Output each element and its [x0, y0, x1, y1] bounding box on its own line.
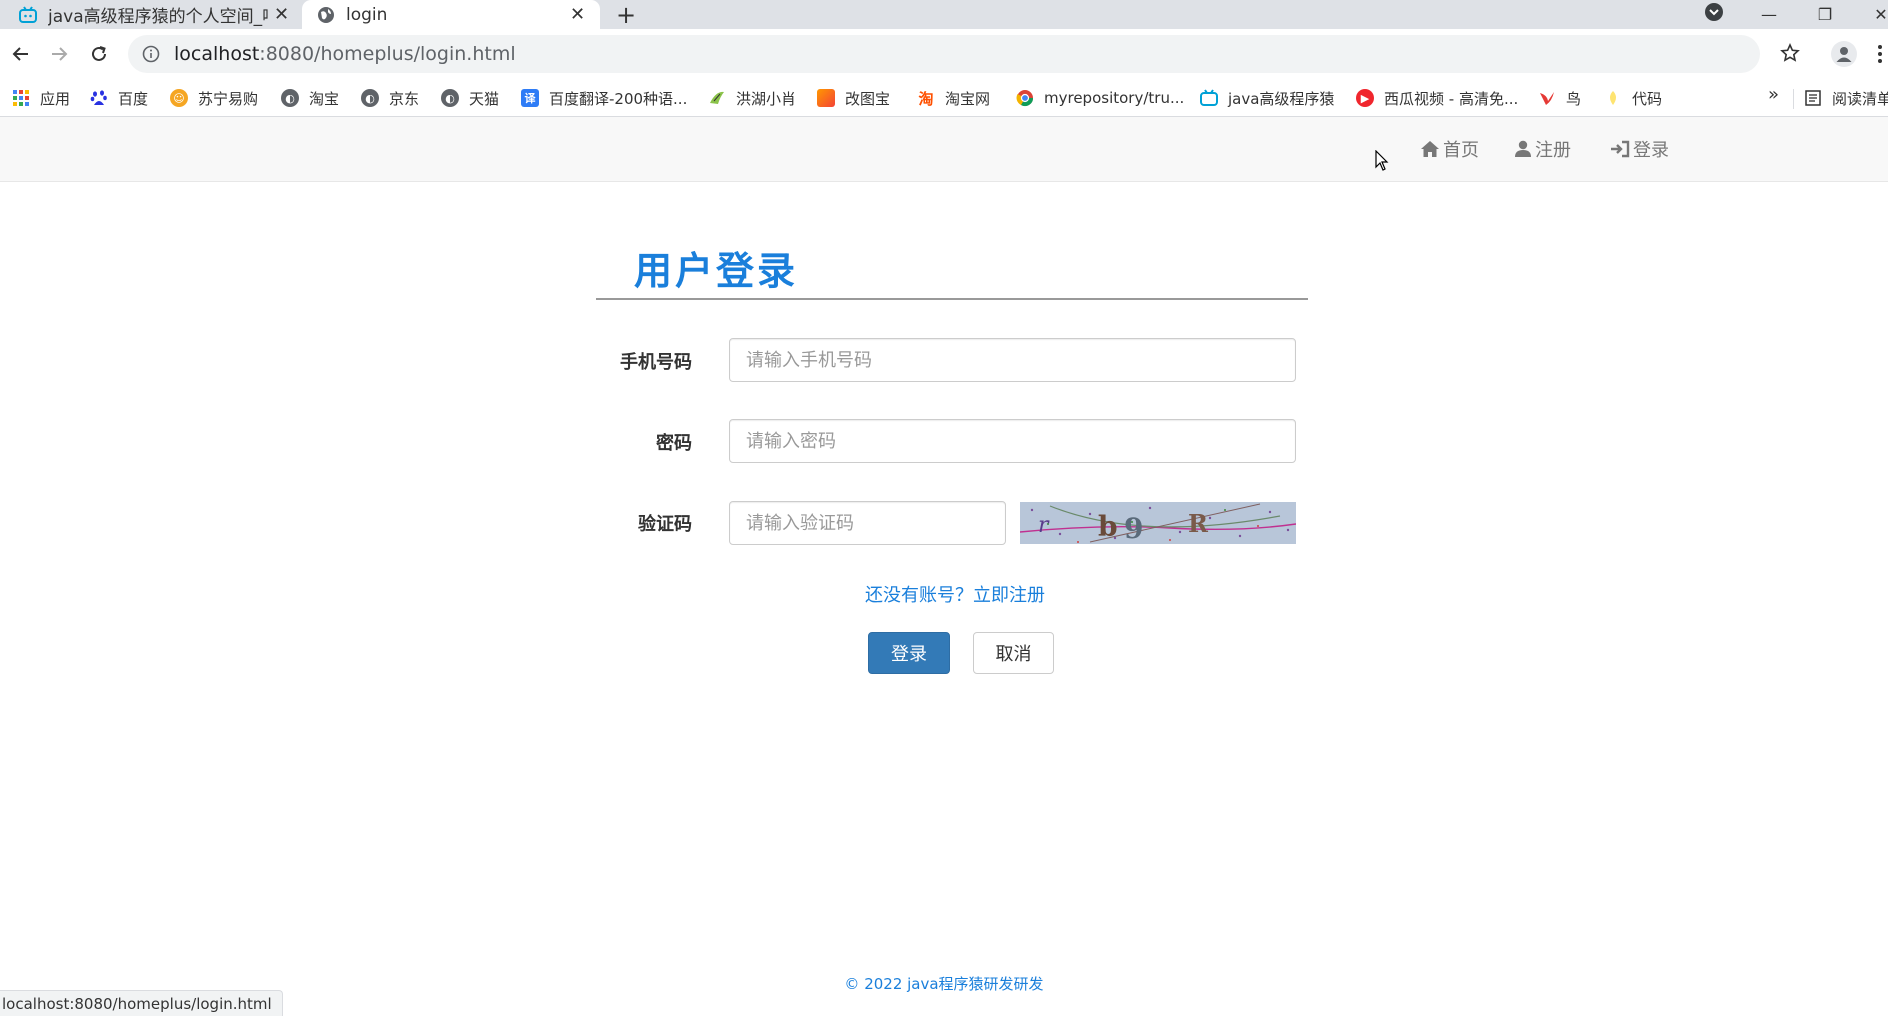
- browser-tab-bilibili[interactable]: java高级程序猿的个人空间_哔哩 ✕: [18, 0, 296, 29]
- window-close-icon[interactable]: ✕: [1856, 0, 1888, 29]
- account-avatar-icon[interactable]: [1831, 41, 1857, 67]
- phone-label: 手机号码: [620, 352, 692, 373]
- bookmark-baidu[interactable]: 百度: [90, 87, 148, 109]
- captcha-input[interactable]: [729, 501, 1006, 545]
- restore-icon[interactable]: ❐: [1800, 0, 1850, 29]
- translate-icon: 译: [521, 89, 539, 107]
- globe-icon: ◐: [361, 89, 379, 107]
- globe-icon: ◐: [441, 89, 459, 107]
- bookmark-baidu-translate[interactable]: 译 百度翻译-200种语...: [521, 87, 687, 109]
- bird-red-icon: [1538, 89, 1556, 107]
- apps-grid-icon: [12, 89, 30, 107]
- bookmark-honghu[interactable]: 洪湖小肖: [708, 87, 796, 109]
- status-bar-url: localhost:8080/homeplus/login.html: [0, 990, 283, 1016]
- browser-tab-strip: java高级程序猿的个人空间_哔哩 ✕ login ✕ + — ❐ ✕: [0, 0, 1888, 29]
- login-icon: [1611, 140, 1630, 158]
- tab-close-icon[interactable]: ✕: [274, 4, 289, 25]
- bookmark-bilibili[interactable]: java高级程序猿: [1200, 87, 1334, 109]
- captcha-char: r: [1038, 513, 1050, 538]
- cancel-button[interactable]: 取消: [973, 632, 1054, 674]
- captcha-char: R: [1188, 509, 1209, 538]
- bookmark-suning[interactable]: ☺ 苏宁易购: [170, 87, 258, 109]
- baidu-paw-icon: [90, 89, 108, 107]
- captcha-char: 9: [1124, 512, 1143, 544]
- mouse-cursor-icon: [1375, 150, 1389, 171]
- minimize-icon[interactable]: —: [1744, 0, 1794, 29]
- reload-icon[interactable]: [84, 39, 114, 69]
- bookmarks-overflow-icon[interactable]: »: [1768, 84, 1779, 105]
- bookmark-xigua[interactable]: ▶ 西瓜视频 - 高清免...: [1356, 87, 1518, 109]
- nav-register-link[interactable]: 注册: [1514, 137, 1571, 161]
- bookmark-myrepository[interactable]: myrepository/tru...: [1016, 87, 1184, 109]
- login-button[interactable]: 登录: [868, 632, 950, 674]
- phone-input[interactable]: [729, 338, 1296, 382]
- bilibili-icon: [18, 5, 38, 25]
- bilibili-icon: [1200, 89, 1218, 107]
- bookmark-niao[interactable]: 鸟: [1538, 87, 1581, 109]
- suning-lion-icon: ☺: [170, 89, 188, 107]
- bookmark-tmall[interactable]: ◐ 天猫: [441, 87, 499, 109]
- bookmark-star-icon[interactable]: [1780, 43, 1800, 67]
- site-navbar: 首页 注册 登录: [0, 117, 1888, 182]
- url-text: localhost:8080/homeplus/login.html: [174, 43, 516, 65]
- tab-title: login: [346, 4, 388, 25]
- bookmarks-bar: 应用 百度 ☺ 苏宁易购 ◐ 淘宝 ◐ 京东 ◐ 天猫 译 百度翻译-200种语…: [0, 79, 1888, 117]
- chrome-icon: [1016, 89, 1034, 107]
- bookmark-gaitubao[interactable]: 改图宝: [817, 87, 890, 109]
- password-label: 密码: [656, 433, 692, 454]
- title-divider: [596, 298, 1308, 300]
- globe-icon: ◐: [281, 89, 299, 107]
- site-info-icon[interactable]: [142, 45, 160, 63]
- captcha-char: b: [1098, 510, 1118, 543]
- taobao-icon: 淘: [918, 89, 934, 108]
- browser-menu-icon[interactable]: [1878, 44, 1882, 68]
- address-bar[interactable]: localhost:8080/homeplus/login.html: [128, 35, 1760, 73]
- tab-search-icon[interactable]: [1705, 3, 1723, 21]
- page-title: 用户登录: [634, 249, 799, 293]
- bookmark-apps[interactable]: 应用: [12, 87, 70, 109]
- home-icon: [1421, 141, 1439, 157]
- browser-tab-login[interactable]: login ✕: [302, 0, 600, 29]
- bookmark-jd[interactable]: ◐ 京东: [361, 87, 419, 109]
- xigua-icon: ▶: [1356, 89, 1374, 107]
- nav-login-link[interactable]: 登录: [1610, 137, 1669, 161]
- register-link[interactable]: 还没有账号？立即注册: [865, 581, 1045, 607]
- tab-title: java高级程序猿的个人空间_哔哩: [48, 7, 268, 27]
- back-arrow-icon[interactable]: [6, 39, 36, 69]
- bookmark-taobao[interactable]: ◐ 淘宝: [281, 87, 339, 109]
- image-tool-icon: [817, 89, 835, 107]
- bird-icon: [708, 89, 726, 107]
- reading-list[interactable]: 阅读清单: [1804, 87, 1888, 109]
- browser-toolbar: localhost:8080/homeplus/login.html: [0, 29, 1888, 79]
- forward-arrow-icon[interactable]: [44, 39, 74, 69]
- tab-close-icon[interactable]: ✕: [570, 4, 585, 25]
- reading-list-icon: [1804, 89, 1822, 107]
- nav-home-link[interactable]: 首页: [1420, 137, 1479, 161]
- password-input[interactable]: [729, 419, 1296, 463]
- globe-icon: [316, 5, 336, 25]
- footer-copyright: © 2022 java程序猿研发研发: [844, 975, 1044, 993]
- divider: [1793, 89, 1794, 109]
- captcha-label: 验证码: [638, 514, 692, 535]
- new-tab-plus-icon[interactable]: +: [616, 1, 636, 29]
- bookmark-code[interactable]: 代码: [1604, 87, 1662, 109]
- captcha-image[interactable]: r b 9 R: [1020, 502, 1296, 544]
- bookmark-taobaowang[interactable]: 淘 淘宝网: [917, 87, 990, 109]
- user-icon: [1515, 140, 1531, 157]
- code-leaf-icon: [1604, 89, 1622, 107]
